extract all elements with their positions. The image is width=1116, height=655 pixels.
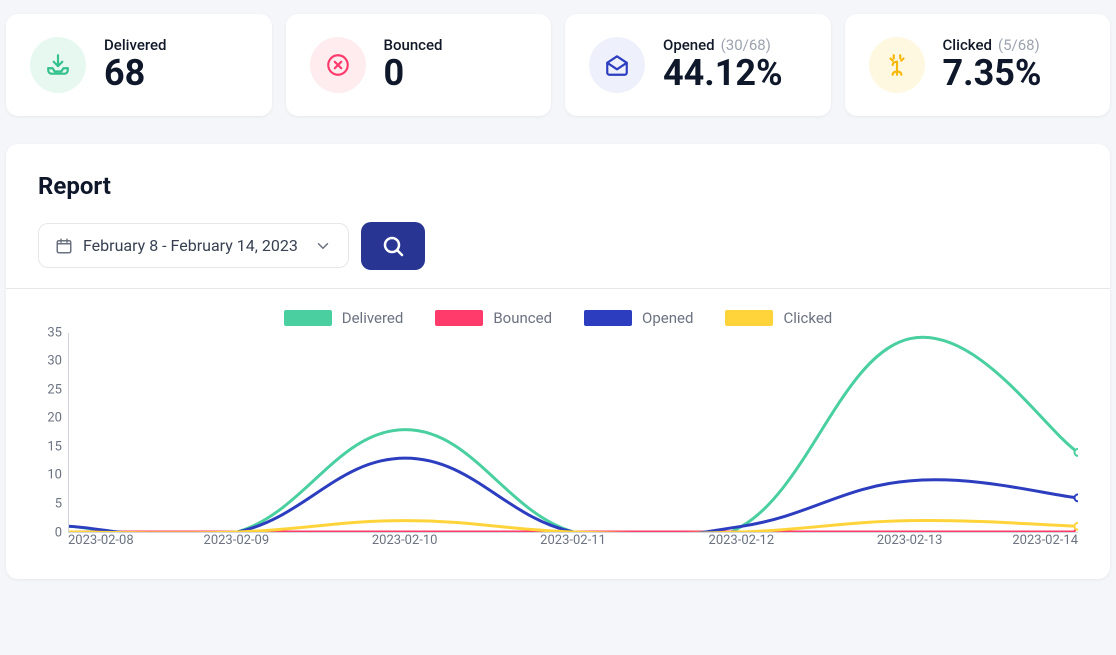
date-range-text: February 8 - February 14, 2023 (83, 236, 298, 255)
search-button[interactable] (361, 222, 425, 270)
stat-opened: Opened (30/68) 44.12% (565, 14, 831, 116)
legend-item[interactable]: Clicked (725, 309, 832, 327)
chart-x-axis: 2023-02-082023-02-092023-02-102023-02-11… (68, 533, 1078, 553)
legend-item[interactable]: Delivered (284, 309, 404, 327)
pointer-click-icon (869, 37, 925, 93)
legend-item[interactable]: Bounced (435, 309, 552, 327)
legend-swatch (435, 310, 483, 326)
legend-swatch (284, 310, 332, 326)
mail-open-icon (589, 37, 645, 93)
report-title: Report (38, 172, 1078, 200)
stat-value: 0 (384, 54, 443, 94)
calendar-icon (55, 237, 73, 255)
legend-label: Delivered (342, 309, 404, 327)
chart-legend: Delivered Bounced Opened Clicked (38, 309, 1078, 327)
chart-y-axis: 05101520253035 (38, 333, 66, 533)
legend-swatch (584, 310, 632, 326)
legend-label: Clicked (783, 309, 832, 327)
search-icon (381, 234, 405, 258)
chart-plot (68, 333, 1078, 533)
report-card: Report February 8 - February 14, 2023 De… (6, 144, 1110, 579)
legend-swatch (725, 310, 773, 326)
stat-bounced: Bounced 0 (286, 14, 552, 116)
inbox-download-icon (30, 37, 86, 93)
stat-value: 7.35% (943, 54, 1042, 94)
legend-label: Opened (642, 309, 693, 327)
date-range-picker[interactable]: February 8 - February 14, 2023 (38, 223, 349, 268)
x-circle-icon (310, 37, 366, 93)
legend-item[interactable]: Opened (584, 309, 693, 327)
legend-label: Bounced (493, 309, 552, 327)
stat-delivered: Delivered 68 (6, 14, 272, 116)
stat-clicked: Clicked (5/68) 7.35% (845, 14, 1111, 116)
chevron-down-icon (314, 237, 332, 255)
chart: Delivered Bounced Opened Clicked 0510152025… (38, 289, 1078, 555)
stats-row: Delivered 68 Bounced 0 Opened (30/68) 44… (0, 0, 1116, 130)
stat-value: 44.12% (663, 54, 783, 94)
stat-value: 68 (104, 54, 167, 94)
